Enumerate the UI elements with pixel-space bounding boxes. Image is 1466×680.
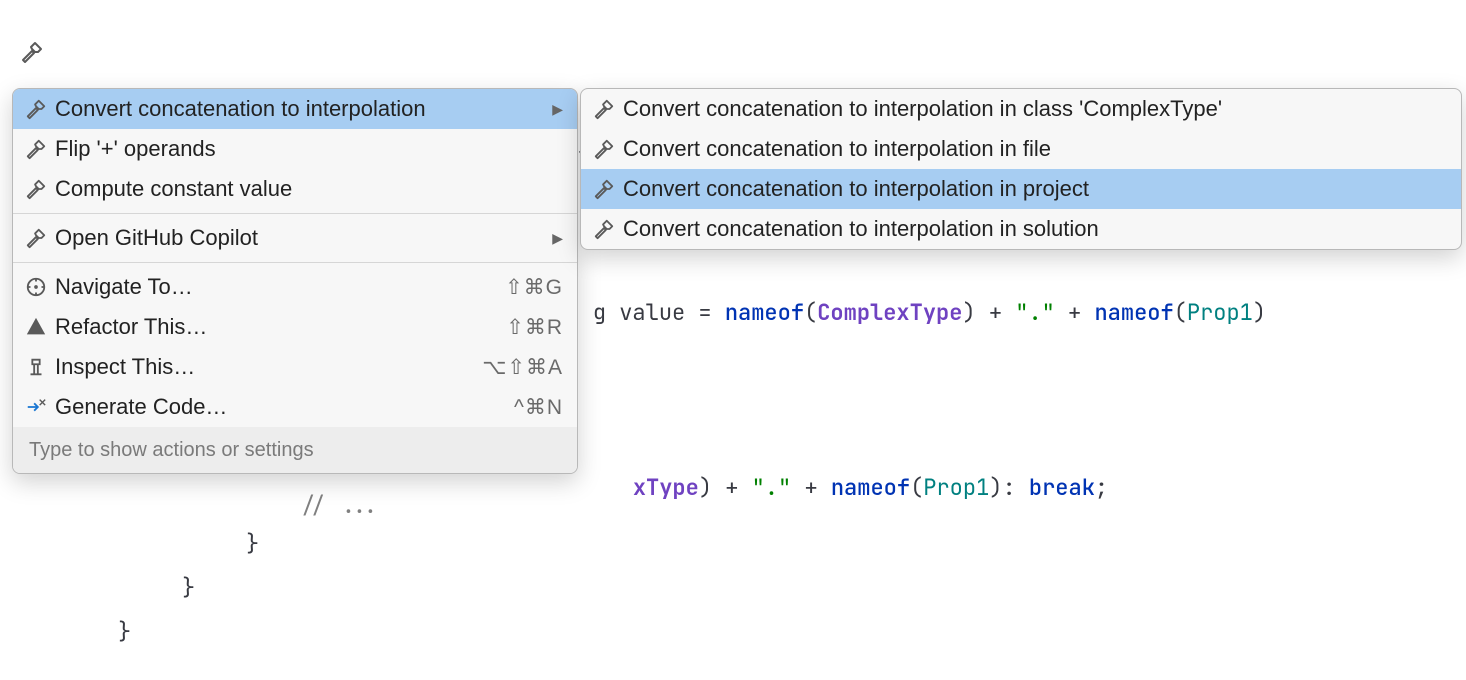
code-token: ) — [1253, 298, 1266, 327]
hammer-icon — [25, 227, 47, 249]
close-brace: } — [246, 528, 259, 560]
menu-item-label: Flip '+' operands — [55, 136, 563, 162]
actions-search-field[interactable]: Type to show actions or settings — [13, 427, 577, 473]
code-comment: // ... — [300, 490, 379, 522]
submenu-item-convert-concatenation-to-interpolation-in-project[interactable]: Convert concatenation to interpolation i… — [581, 169, 1461, 209]
submenu-item-label: Convert concatenation to interpolation i… — [623, 96, 1447, 122]
hammer-icon — [25, 98, 47, 120]
code-token: "." — [752, 473, 792, 502]
code-fragment: g value = nameof(ComplexType) + "." + na… — [540, 265, 1266, 361]
submenu-item-label: Convert concatenation to interpolation i… — [623, 136, 1447, 162]
menu-item-label: Generate Code… — [55, 394, 506, 420]
context-actions-submenu[interactable]: Convert concatenation to interpolation i… — [580, 88, 1462, 250]
code-token: ) — [962, 298, 975, 327]
menu-item-label: Refactor This… — [55, 314, 498, 340]
menu-item-label: Inspect This… — [55, 354, 474, 380]
context-actions-menu[interactable]: Convert concatenation to interpolation ▶ F… — [12, 88, 578, 474]
refactor-icon — [25, 316, 47, 338]
submenu-item-convert-concatenation-to-interpolation-in-solution[interactable]: Convert concatenation to interpolation i… — [581, 209, 1461, 249]
submenu-arrow-icon: ▶ — [552, 101, 563, 118]
code-fragment: xType) + "." + nameof(Prop1): break; — [580, 440, 1108, 536]
menu-item-refactor-this[interactable]: Refactor This… ⇧⌘R — [13, 307, 577, 347]
menu-item-convert-concatenation-to-interpolation[interactable]: Convert concatenation to interpolation ▶ — [13, 89, 577, 129]
code-token: ( — [1174, 298, 1187, 327]
menu-item-label: Navigate To… — [55, 274, 497, 300]
hammer-icon — [593, 98, 615, 120]
menu-item-generate-code[interactable]: Generate Code… ^⌘N — [13, 387, 577, 427]
code-token: Prop1 — [923, 473, 989, 502]
search-placeholder: Type to show actions or settings — [29, 439, 314, 462]
menu-item-navigate-to[interactable]: Navigate To… ⇧⌘G — [13, 267, 577, 307]
hammer-icon — [25, 178, 47, 200]
menu-item-label: Convert concatenation to interpolation — [55, 96, 540, 122]
menu-shortcut: ⌥⇧⌘A — [482, 355, 563, 380]
submenu-item-convert-concatenation-to-interpolation-in-file[interactable]: Convert concatenation to interpolation i… — [581, 129, 1461, 169]
hammer-icon — [593, 178, 615, 200]
code-token: ) — [699, 473, 712, 502]
code-token: "." — [1015, 298, 1055, 327]
code-token: ComplexType — [817, 298, 962, 327]
code-token: + — [712, 473, 752, 502]
menu-shortcut: ⇧⌘R — [506, 315, 563, 340]
code-token: Prop1 — [1187, 298, 1253, 327]
hammer-icon — [593, 218, 615, 240]
submenu-item-label: Convert concatenation to interpolation i… — [623, 176, 1447, 202]
inspect-icon — [25, 356, 47, 378]
code-token: ( — [804, 298, 817, 327]
menu-shortcut: ⇧⌘G — [505, 275, 563, 300]
code-token: ; — [1095, 473, 1108, 502]
generate-icon — [25, 396, 47, 418]
code-token: ( — [910, 473, 923, 502]
menu-separator — [13, 262, 577, 263]
code-token: + — [791, 473, 831, 502]
code-token: + — [1055, 298, 1095, 327]
code-token: nameof — [1094, 298, 1173, 327]
submenu-arrow-icon: ▶ — [552, 230, 563, 247]
submenu-item-label: Convert concatenation to interpolation i… — [623, 216, 1447, 242]
code-token: nameof — [725, 298, 804, 327]
code-token: + — [976, 298, 1016, 327]
menu-item-inspect-this[interactable]: Inspect This… ⌥⇧⌘A — [13, 347, 577, 387]
navigate-icon — [25, 276, 47, 298]
code-token: break — [1029, 473, 1095, 502]
menu-shortcut: ^⌘N — [514, 395, 563, 420]
submenu-item-convert-concatenation-to-interpolation-in-class-complextype[interactable]: Convert concatenation to interpolation i… — [581, 89, 1461, 129]
hammer-icon — [25, 138, 47, 160]
code-token: g value = — [593, 298, 725, 327]
menu-item-compute-constant-value[interactable]: Compute constant value — [13, 169, 577, 209]
menu-item-flip-operands[interactable]: Flip '+' operands — [13, 129, 577, 169]
close-brace: } — [118, 616, 131, 648]
code-token: nameof — [831, 473, 910, 502]
menu-separator — [13, 213, 577, 214]
code-token: ): — [989, 473, 1029, 502]
code-token: xType — [633, 473, 699, 502]
menu-item-label: Compute constant value — [55, 176, 563, 202]
hammer-icon — [593, 138, 615, 160]
menu-item-label: Open GitHub Copilot — [55, 225, 540, 251]
close-brace: } — [182, 572, 195, 604]
menu-item-open-github-copilot[interactable]: Open GitHub Copilot ▶ — [13, 218, 577, 258]
